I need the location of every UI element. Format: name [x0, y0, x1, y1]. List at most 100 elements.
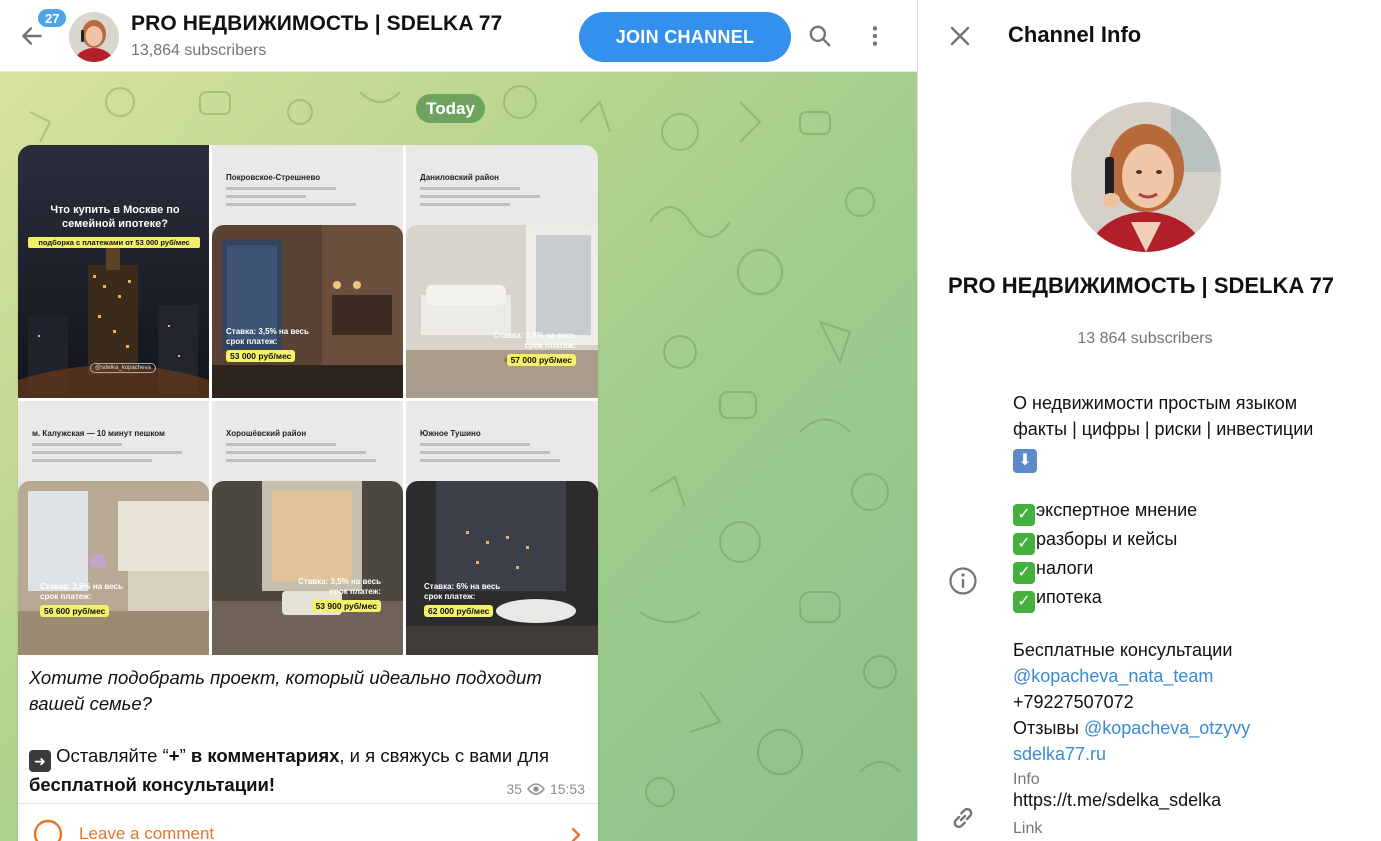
- sunset-room-image: [212, 481, 403, 655]
- tile-2-rate-text: Ставка: 3,5% на весь срок платеж:: [226, 327, 309, 346]
- desc-bullet: ✓ налоги: [1013, 555, 1363, 584]
- album-photo-6[interactable]: Южное Тушино Ставка: 6% на весь срок пла…: [406, 401, 598, 655]
- desc-gap: [1013, 473, 1363, 497]
- message-divider: [18, 803, 598, 804]
- reviews-label: Отзывы: [1013, 718, 1084, 738]
- tile-5-price: 53 900 руб/мес: [311, 600, 381, 612]
- desc-gap: [1013, 613, 1363, 637]
- message-time: 15:53: [549, 781, 585, 797]
- channel-link[interactable]: https://t.me/sdelka_sdelka: [1013, 790, 1221, 811]
- desc-bullet: ✓ экспертное мнение: [1013, 497, 1363, 526]
- tile-2-heading: Покровское-Стрешнево: [226, 173, 321, 182]
- comment-circle-icon: [33, 819, 63, 841]
- site-link[interactable]: sdelka77.ru: [1013, 741, 1363, 767]
- album-photo-2[interactable]: Покровское-Стрешнево Ставка: 3,5% на вес…: [212, 145, 403, 398]
- subscriber-count: 13,864 subscribers: [131, 42, 267, 59]
- channel-description: О недвижимости простым языком факты | ци…: [1013, 390, 1363, 793]
- channel-title[interactable]: PRO НЕДВИЖИМОСТЬ | SDELKA 77: [131, 12, 502, 36]
- tile-3-photo: [406, 225, 598, 398]
- desc-line-3: ⬇: [1013, 442, 1363, 473]
- album-photo-1[interactable]: Что купить в Москве по семейной ипотеке?…: [18, 145, 209, 398]
- down-arrow-icon: ⬇: [1013, 449, 1037, 473]
- album-photo-3[interactable]: Даниловский район Ставка: 3,9% на весь с…: [406, 145, 598, 398]
- tile-2-line: [226, 195, 306, 198]
- channel-post: Что купить в Москве по семейной ипотеке?…: [18, 145, 598, 841]
- info-icon: [949, 567, 977, 595]
- channel-avatar[interactable]: [69, 12, 119, 62]
- album-photo-4[interactable]: м. Калужская — 10 минут пешком Ставка: 3…: [18, 401, 209, 655]
- desc-bullet-text: экспертное мнение: [1036, 500, 1198, 520]
- message-line-1: Хотите подобрать проект, который идеальн…: [29, 667, 542, 688]
- leave-comment-button[interactable]: Leave a comment: [18, 805, 598, 841]
- close-info-button[interactable]: [942, 18, 978, 54]
- tile-3-line: [420, 203, 510, 206]
- more-vertical-icon: [872, 26, 878, 46]
- leave-comment-label: Leave a comment: [79, 824, 215, 841]
- night-window-image: [406, 481, 598, 655]
- living-room-image: [406, 225, 598, 398]
- right-arrow-icon: ➜: [29, 750, 51, 772]
- channel-info-pane: Channel Info PRO НЕДВИЖИМОСТЬ | SDELKA 7…: [917, 0, 1381, 841]
- message-bold-span: в комментариях: [190, 745, 340, 766]
- tile-6-photo: [406, 481, 598, 655]
- tile-5-rate: Ставка: 3,5% на весь срок платеж: 53 900…: [291, 577, 381, 612]
- tile-5-header: Хорошёвский район: [212, 401, 403, 481]
- tile-2-line: [226, 187, 336, 190]
- tile-5-heading: Хорошёвский район: [226, 429, 307, 438]
- tile-2-line: [226, 203, 356, 206]
- tile-6-line: [420, 459, 560, 462]
- message-line-3: ➜ Оставляйте “+” в комментариях, и я свя…: [29, 743, 594, 772]
- close-icon: [950, 26, 970, 46]
- avatar-portrait: [69, 12, 119, 62]
- tile-6-line: [420, 451, 550, 454]
- date-chip: Today: [416, 94, 485, 123]
- tile-2-rate: Ставка: 3,5% на весь срок платеж: 53 000…: [226, 327, 316, 362]
- tile-5-photo: [212, 481, 403, 655]
- message-text-span: Оставляйте “: [56, 745, 169, 766]
- desc-bullet-text: разборы и кейсы: [1036, 529, 1178, 549]
- eye-icon: [526, 783, 545, 795]
- search-icon: [809, 25, 831, 47]
- tile-3-line: [420, 195, 540, 198]
- join-channel-button[interactable]: JOIN CHANNEL: [579, 12, 791, 62]
- tile-4-line: [32, 451, 182, 454]
- tile-4-line: [32, 443, 122, 446]
- check-mark-icon: ✓: [1013, 533, 1035, 555]
- tile-5-line: [226, 443, 336, 446]
- tile-3-line: [420, 187, 520, 190]
- link-icon: [953, 807, 973, 829]
- tile-1-handle: @sdelka_kopacheva: [90, 363, 156, 373]
- tile-3-header: Даниловский район: [406, 145, 598, 225]
- tile-5-line: [226, 459, 376, 462]
- desc-line-2: факты | цифры | риски | инвестиции: [1013, 419, 1314, 439]
- tile-3-rate: Ставка: 3,9% на весь срок платеж: 57 000…: [486, 331, 576, 366]
- desc-bullet-text: налоги: [1036, 558, 1094, 578]
- tile-6-rate: Ставка: 6% на весь срок платеж: 62 000 р…: [424, 582, 514, 617]
- tile-6-rate-text: Ставка: 6% на весь срок платеж:: [424, 582, 501, 601]
- desc-bullet: ✓ разборы и кейсы: [1013, 526, 1363, 555]
- telegram-app: 27 PRO НЕДВИЖИМОСТЬ | SDELKA 77 13,864 s…: [0, 0, 1381, 841]
- album-photo-5[interactable]: Хорошёвский район Ставка: 3,5% на весь с…: [212, 401, 403, 655]
- tile-4-header: м. Калужская — 10 минут пешком: [18, 401, 209, 481]
- reviews-link[interactable]: @kopacheva_otzyvy: [1084, 718, 1250, 738]
- info-title: Channel Info: [1008, 22, 1142, 47]
- more-menu-button[interactable]: [857, 18, 893, 54]
- message-text-span: , и я свяжусь с вами для: [339, 745, 549, 766]
- tile-4-line: [32, 459, 152, 462]
- photo-album: Что купить в Москве по семейной ипотеке?…: [18, 145, 598, 655]
- unread-badge: 27: [36, 7, 69, 29]
- message-bold-plus: +: [168, 745, 180, 766]
- reviews-line: Отзывы @kopacheva_otzyvy: [1013, 715, 1363, 741]
- tile-3-heading: Даниловский район: [420, 173, 499, 182]
- tile-2-photo: [212, 225, 403, 398]
- desc-consult: Бесплатные консультации: [1013, 640, 1233, 660]
- check-mark-icon: ✓: [1013, 591, 1035, 613]
- team-link[interactable]: @kopacheva_nata_team: [1013, 663, 1363, 689]
- tile-4-photo: [18, 481, 209, 655]
- channel-photo[interactable]: [1071, 102, 1221, 252]
- search-button[interactable]: [802, 18, 838, 54]
- message-text-span: ”: [179, 745, 191, 766]
- message-text: Хотите подобрать проект, который идеальн…: [29, 665, 594, 798]
- message-line-2: вашей семье?: [29, 693, 152, 714]
